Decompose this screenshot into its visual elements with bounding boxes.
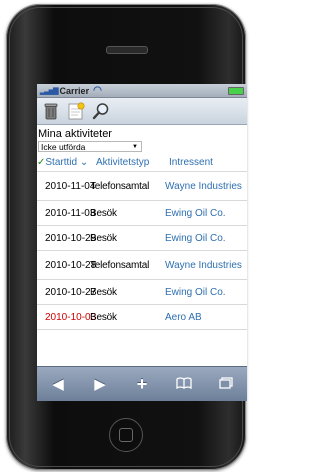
section-title: Mina aktiviteter bbox=[38, 128, 112, 140]
table-row[interactable]: 2010-11-03 Besök Ewing Oil Co. bbox=[37, 200, 247, 226]
add-icon[interactable]: + bbox=[127, 374, 157, 395]
row-type: Telefonsamtal bbox=[90, 171, 165, 201]
row-party-link[interactable]: Aero AB bbox=[165, 304, 247, 330]
row-party-link[interactable]: Ewing Oil Co. bbox=[165, 279, 247, 305]
browser-bottom-bar: ◀ ▶ + bbox=[37, 366, 247, 401]
table-row[interactable]: 2010-11-04 Telefonsamtal Wayne Industrie… bbox=[37, 171, 247, 201]
row-party-link[interactable]: Ewing Oil Co. bbox=[165, 200, 247, 226]
phone-screen: ▂▃▅▇ Carrier ◠ Mina aktiviteter Icke utf… bbox=[37, 84, 247, 401]
home-square-icon bbox=[119, 428, 133, 442]
table-row[interactable]: 2010-10-28 Telefonsamtal Wayne Industrie… bbox=[37, 250, 247, 280]
bookmarks-icon[interactable] bbox=[169, 376, 199, 393]
row-date: 2010-10-27 bbox=[37, 279, 96, 305]
row-party-link[interactable]: Ewing Oil Co. bbox=[165, 225, 247, 251]
status-bar: ▂▃▅▇ Carrier ◠ bbox=[37, 84, 247, 98]
table-header-row: ✓Starttid ⌄ Aktivitetstyp Intressent bbox=[37, 155, 247, 172]
row-date-overdue: 2010-10-03 bbox=[37, 304, 96, 330]
new-note-icon[interactable] bbox=[66, 101, 86, 121]
row-type: Besök bbox=[90, 279, 165, 305]
column-header-type[interactable]: Aktivitetstyp bbox=[90, 155, 165, 172]
row-party-link[interactable]: Wayne Industries bbox=[165, 171, 247, 201]
status-filter-select[interactable]: Icke utförda ▼ bbox=[38, 141, 142, 152]
search-magnifier-icon[interactable] bbox=[91, 101, 111, 121]
trash-can-icon[interactable] bbox=[41, 101, 61, 121]
table-row[interactable]: 2010-10-03 Besök Aero AB bbox=[37, 304, 247, 330]
row-party-link[interactable]: Wayne Industries bbox=[165, 250, 247, 280]
row-date: 2010-11-04 bbox=[37, 171, 95, 201]
forward-arrow-icon[interactable]: ▶ bbox=[85, 375, 115, 393]
column-header-date[interactable]: ✓Starttid ⌄ bbox=[37, 155, 90, 172]
row-date: 2010-10-29 bbox=[37, 225, 96, 251]
battery-icon bbox=[228, 86, 244, 95]
phone-frame: ▂▃▅▇ Carrier ◠ Mina aktiviteter Icke utf… bbox=[6, 4, 247, 470]
signal-strength-icon: ▂▃▅▇ bbox=[40, 87, 59, 95]
row-date: 2010-10-28 bbox=[37, 250, 96, 280]
carrier-label: Carrier bbox=[59, 85, 90, 96]
app-toolbar bbox=[37, 98, 247, 125]
back-arrow-icon[interactable]: ◀ bbox=[43, 375, 73, 393]
row-type: Besök bbox=[90, 304, 165, 330]
dropdown-caret-icon: ▼ bbox=[132, 143, 138, 150]
filter-selected-value: Icke utförda bbox=[41, 141, 86, 152]
sort-descending-icon: ⌄ bbox=[79, 157, 89, 168]
table-row[interactable]: 2010-10-29 Besök Ewing Oil Co. bbox=[37, 225, 247, 251]
activities-table: ✓Starttid ⌄ Aktivitetstyp Intressent 201… bbox=[37, 155, 247, 330]
home-button[interactable] bbox=[109, 418, 143, 452]
row-date: 2010-11-03 bbox=[37, 200, 95, 226]
row-type: Besök bbox=[90, 200, 165, 226]
table-row[interactable]: 2010-10-27 Besök Ewing Oil Co. bbox=[37, 279, 247, 305]
pages-icon[interactable] bbox=[211, 376, 241, 393]
row-type: Besök bbox=[90, 225, 165, 251]
wifi-icon: ◠ bbox=[93, 85, 102, 96]
row-type: Telefonsamtal bbox=[90, 250, 165, 280]
column-header-party[interactable]: Intressent bbox=[165, 155, 247, 172]
activities-section: Mina aktiviteter Icke utförda ▼ ✓Startti… bbox=[37, 125, 247, 330]
earpiece-speaker bbox=[106, 46, 148, 54]
